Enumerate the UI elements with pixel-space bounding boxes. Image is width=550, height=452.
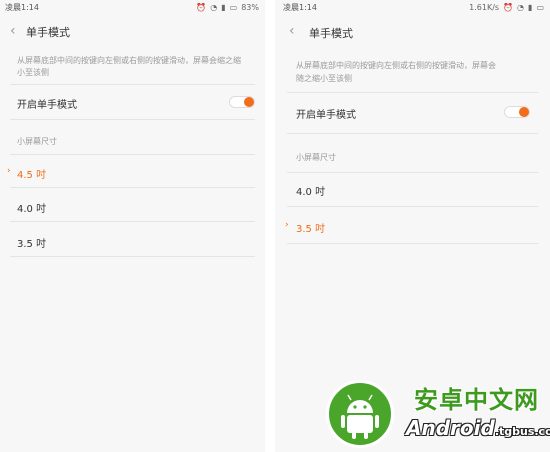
- title-bar: ‹ 单手模式: [275, 16, 550, 46]
- network-speed: 1.61K/s: [469, 3, 500, 12]
- status-time: 凌晨1:14: [5, 3, 39, 12]
- size-option-3-5[interactable]: 3.5 吋: [17, 235, 46, 250]
- selected-check-icon: ›: [285, 220, 289, 230]
- size-option-4-0[interactable]: 4.0 吋: [17, 200, 46, 215]
- section-label: 小屏幕尺寸: [296, 153, 336, 162]
- divider: [10, 119, 255, 120]
- back-arrow-icon[interactable]: ‹: [289, 23, 295, 39]
- watermark-domain: .tgbus.com: [494, 425, 550, 438]
- battery-percent: 83%: [241, 3, 259, 12]
- divider: [10, 187, 255, 188]
- selected-check-icon: ›: [7, 166, 11, 176]
- status-icons: 1.61K/s ⏰ ◔ ▮ ▭: [469, 0, 544, 16]
- screen-separator: [268, 0, 272, 452]
- status-bar: 凌晨1:14 ⏰ ◔ ▮ ▭ 83%: [0, 0, 265, 16]
- divider: [287, 206, 538, 207]
- divider: [287, 92, 538, 93]
- size-option-4-5[interactable]: 4.5 吋: [17, 166, 46, 181]
- size-option-3-5[interactable]: 3.5 吋: [296, 220, 325, 235]
- description-line-1: 从屏幕底部中间的按键向左侧或右侧的按键滑动，屏幕会: [296, 61, 496, 70]
- alarm-icon: ⏰: [503, 3, 514, 12]
- divider: [10, 256, 255, 257]
- phone-screen-left: 凌晨1:14 ⏰ ◔ ▮ ▭ 83% ‹ 单手模式 从屏幕底部中间的按键向左侧或…: [0, 0, 265, 452]
- alarm-icon: ⏰: [196, 3, 207, 12]
- size-option-4-0[interactable]: 4.0 吋: [296, 183, 325, 198]
- wifi-icon: ◔: [210, 3, 218, 12]
- status-icons: ⏰ ◔ ▮ ▭ 83%: [196, 0, 259, 16]
- watermark-cn-text: 安卓中文网: [414, 386, 539, 414]
- section-label: 小屏幕尺寸: [17, 137, 57, 146]
- description-line-2: 随之缩小至该侧: [296, 74, 352, 83]
- wifi-icon: ◔: [517, 3, 525, 12]
- android-robot-icon: [341, 394, 379, 439]
- status-time: 凌晨1:14: [283, 3, 317, 12]
- signal-icon: ▮: [221, 3, 226, 12]
- toggle-knob: [244, 97, 254, 107]
- description-line-1: 从屏幕底部中间的按键向左侧或右侧的按键滑动，屏幕会缩之缩: [17, 56, 241, 65]
- page-title: 单手模式: [309, 27, 353, 40]
- divider: [10, 154, 255, 155]
- title-bar: ‹ 单手模式: [0, 16, 265, 46]
- one-hand-toggle-label: 开启单手模式: [17, 100, 77, 111]
- watermark-brand: Android: [406, 416, 495, 440]
- divider: [10, 221, 255, 222]
- description-line-2: 小至该侧: [17, 68, 49, 77]
- watermark-en-text: Android.tgbus.com: [406, 416, 550, 440]
- status-bar: 凌晨1:14 1.61K/s ⏰ ◔ ▮ ▭: [275, 0, 550, 16]
- one-hand-toggle[interactable]: [504, 106, 530, 118]
- toggle-knob: [519, 107, 529, 117]
- divider: [10, 84, 255, 85]
- page-title: 单手模式: [26, 26, 70, 39]
- one-hand-toggle[interactable]: [229, 96, 255, 108]
- android-logo-icon: [326, 380, 394, 448]
- divider: [287, 243, 538, 244]
- signal-icon: ▮: [528, 3, 533, 12]
- divider: [287, 172, 538, 173]
- battery-icon: ▭: [536, 3, 544, 12]
- divider: [287, 133, 538, 134]
- watermark-logo: 安卓中文网 Android.tgbus.com: [318, 372, 550, 452]
- one-hand-toggle-label: 开启单手模式: [296, 110, 356, 121]
- back-arrow-icon[interactable]: ‹: [10, 23, 16, 39]
- battery-icon: ▭: [229, 3, 238, 12]
